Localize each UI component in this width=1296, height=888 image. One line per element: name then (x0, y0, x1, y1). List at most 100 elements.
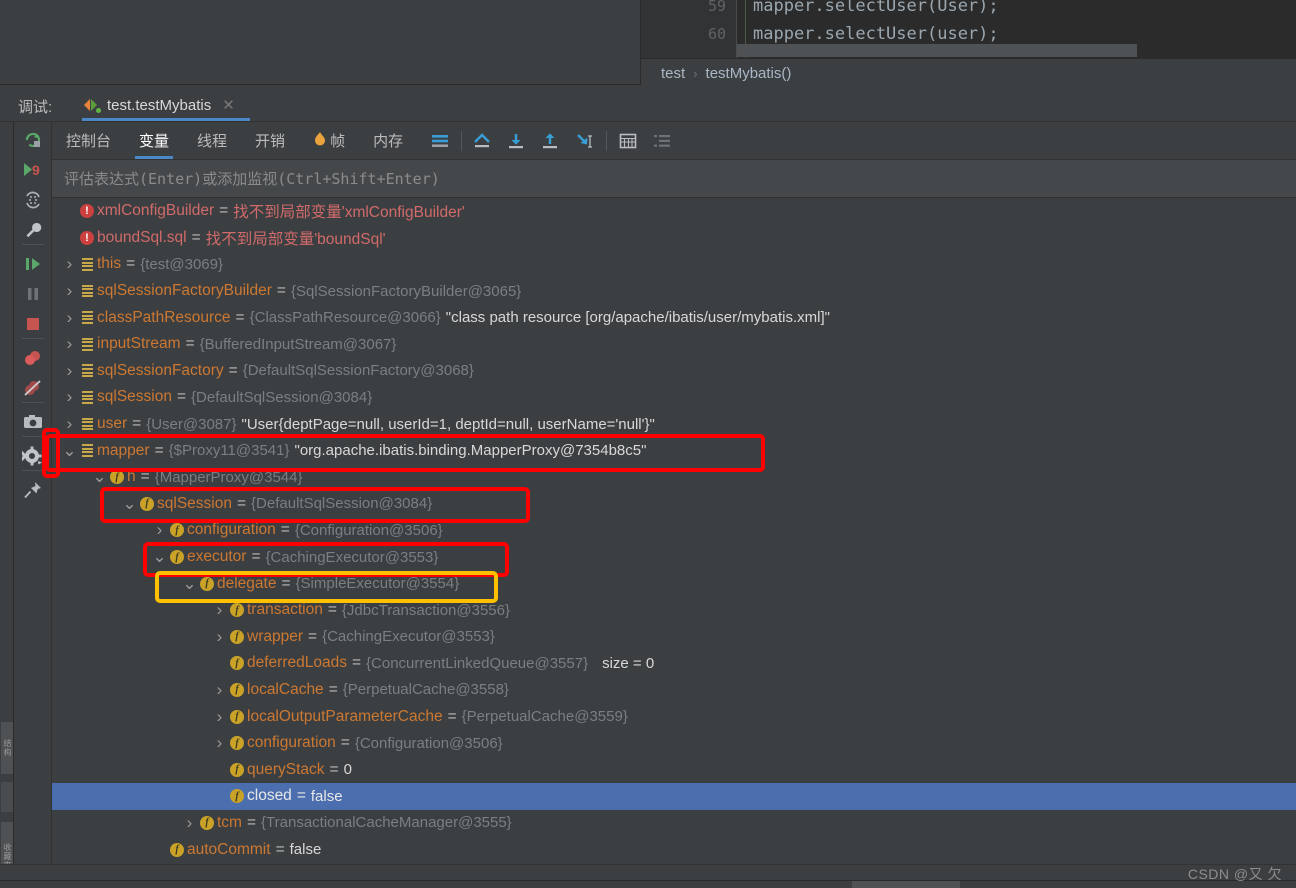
mute-breakpoints-icon[interactable] (14, 374, 52, 402)
variable-row[interactable]: f queryStack = 0 (52, 756, 1296, 783)
chevron-right-icon[interactable]: › (152, 517, 167, 543)
force-step-into-icon[interactable] (568, 122, 602, 160)
variable-row[interactable]: › sqlSessionFactory = {DefaultSqlSessionFac… (52, 358, 1296, 385)
line-number: 59 (707, 0, 726, 15)
code-editor-region[interactable]: 59 60 mapper.selectUser(User); mapper.se… (641, 0, 1296, 58)
restart-frame-icon[interactable] (14, 186, 52, 214)
variable-row[interactable]: f closed = false (52, 783, 1296, 810)
variable-row[interactable]: › this = {test@3069} (52, 251, 1296, 278)
equals-sign: = (176, 388, 187, 406)
chevron-right-icon[interactable]: › (212, 730, 227, 756)
step-over-icon[interactable] (14, 250, 52, 278)
chevron-right-icon[interactable]: › (62, 305, 77, 331)
editor-gutter: 59 60 (641, 0, 737, 58)
variable-name: sqlSession (97, 388, 172, 406)
variable-row[interactable]: › inputStream = {BufferedInputStream@3067} (52, 331, 1296, 358)
variable-row[interactable]: › f transaction = {JdbcTransaction@3556} (52, 597, 1296, 624)
variable-name: sqlSessionFactory (97, 361, 224, 379)
object-icon (77, 444, 97, 457)
close-icon[interactable]: ✕ (222, 96, 235, 114)
variable-row[interactable]: › sqlSession = {DefaultSqlSession@3084} (52, 384, 1296, 411)
breadcrumb[interactable]: test › testMybatis() (641, 58, 1296, 88)
chevron-right-icon[interactable]: › (182, 810, 197, 836)
debug-window-title: 调试: (18, 99, 53, 116)
tab-variables[interactable]: 变量 (125, 122, 183, 160)
left-toolwindow-strip: 结构 收藏夹 (0, 122, 14, 888)
step-over-arrow-icon[interactable] (466, 122, 500, 160)
variable-row[interactable]: ! boundSql.sql = 找不到局部变量'boundSql' (52, 225, 1296, 252)
variable-row[interactable]: › user = {User@3087} "User{deptPage=null, us… (52, 411, 1296, 438)
tab-frames[interactable]: 帧 (299, 122, 359, 160)
view-breakpoints-icon[interactable] (14, 344, 52, 372)
tab-label: 开销 (255, 133, 286, 150)
sidebar-vertical-tab-1[interactable]: 结构 (1, 722, 13, 774)
variable-row[interactable]: › classPathResource = {ClassPathResource@30… (52, 304, 1296, 331)
variable-type: {BufferedInputStream@3067} (199, 335, 397, 353)
object-icon (77, 257, 97, 271)
variable-row[interactable]: › sqlSessionFactoryBuilder = {SqlSessionFac… (52, 278, 1296, 305)
chevron-right-icon[interactable]: › (62, 278, 77, 304)
chevron-down-icon[interactable]: ⌄ (122, 491, 137, 517)
ide-debug-screen: 59 60 mapper.selectUser(User); mapper.se… (0, 0, 1296, 888)
chevron-right-icon[interactable]: › (62, 331, 77, 357)
variable-row[interactable]: ⌄ f h = {MapperProxy@3544} (52, 464, 1296, 491)
variable-row[interactable]: › f localOutputParameterCache = {PerpetualCa… (52, 703, 1296, 730)
tab-overhead[interactable]: 开销 (241, 122, 299, 160)
chevron-right-icon[interactable]: › (212, 704, 227, 730)
chevron-right-icon[interactable]: › (62, 251, 77, 277)
sidebar-vertical-chip[interactable] (1, 782, 13, 812)
equals-sign: = (308, 627, 318, 645)
variable-row[interactable]: ! xmlConfigBuilder = 找不到局部变量'xmlConfigBuild… (52, 198, 1296, 225)
tab-console[interactable]: 控制台 (52, 122, 125, 160)
variable-row[interactable]: › f tcm = {TransactionalCacheManager@3555} (52, 810, 1296, 837)
chevron-right-icon[interactable]: › (62, 384, 77, 410)
variable-row[interactable]: › f localCache = {PerpetualCache@3558} (52, 677, 1296, 704)
variable-type: {PerpetualCache@3559} (461, 708, 628, 726)
equals-sign: = (154, 441, 164, 459)
variable-row[interactable]: f deferredLoads = {ConcurrentLinkedQueue@35… (52, 650, 1296, 677)
variable-row[interactable]: › f wrapper = {CachingExecutor@3553} (52, 624, 1296, 651)
variable-name: autoCommit (187, 840, 271, 858)
pause-icon[interactable] (14, 280, 52, 308)
variable-row[interactable]: › f configuration = {Configuration@3506} (52, 517, 1296, 544)
variable-row[interactable]: f autoCommit = false (52, 836, 1296, 863)
breadcrumb-item-method[interactable]: testMybatis() (706, 65, 792, 82)
chevron-right-icon[interactable]: › (62, 411, 77, 437)
variable-row[interactable]: › f configuration = {Configuration@3506} (52, 730, 1296, 757)
variable-row[interactable]: ⌄ f sqlSession = {DefaultSqlSession@3084} (52, 491, 1296, 518)
resume-program-icon[interactable]: 9 (14, 156, 52, 184)
chevron-down-icon[interactable]: ⌄ (182, 571, 197, 597)
chevron-down-icon[interactable]: ⌄ (152, 544, 167, 570)
evaluate-expression-input[interactable]: 评估表达式(Enter)或添加监视(Ctrl+Shift+Enter) (52, 160, 1296, 198)
camera-icon[interactable] (14, 408, 52, 436)
bottom-toolwindow-bar[interactable] (0, 880, 1296, 888)
rerun-icon[interactable] (14, 126, 52, 154)
breadcrumb-item-class[interactable]: test (661, 65, 685, 82)
chevron-down-icon[interactable]: ⌄ (62, 438, 77, 464)
stop-icon[interactable] (14, 310, 52, 338)
divider (22, 470, 44, 471)
step-out-icon[interactable] (534, 122, 568, 160)
show-frames-icon[interactable] (423, 122, 457, 160)
settings-wrench-icon[interactable] (14, 216, 52, 244)
tab-test-testmybatis[interactable]: test.testMybatis ✕ (78, 88, 250, 122)
evaluate-table-icon[interactable] (611, 122, 645, 160)
variables-tree[interactable]: ! xmlConfigBuilder = 找不到局部变量'xmlConfigBuild… (52, 198, 1296, 864)
equals-sign: = (228, 361, 238, 379)
variable-row[interactable]: ⌄ f delegate = {SimpleExecutor@3554} (52, 570, 1296, 597)
chevron-down-icon[interactable]: ⌄ (92, 464, 107, 490)
step-into-icon[interactable] (500, 122, 534, 160)
group-by-icon[interactable] (645, 122, 679, 160)
pin-icon[interactable] (14, 476, 52, 504)
gear-icon[interactable] (14, 442, 52, 470)
chevron-right-icon[interactable]: › (212, 677, 227, 703)
chevron-right-icon[interactable]: › (62, 358, 77, 384)
tab-memory[interactable]: 内存 (359, 122, 417, 160)
tab-threads[interactable]: 线程 (183, 122, 241, 160)
active-toolwindow-chip[interactable] (852, 881, 960, 888)
chevron-right-icon[interactable]: › (212, 597, 227, 623)
chevron-right-icon[interactable]: › (212, 624, 227, 650)
variable-row[interactable]: ⌄ f executor = {CachingExecutor@3553} (52, 544, 1296, 571)
variable-row[interactable]: ⌄ mapper = {$Proxy11@3541} "org.apache.ibati… (52, 437, 1296, 464)
